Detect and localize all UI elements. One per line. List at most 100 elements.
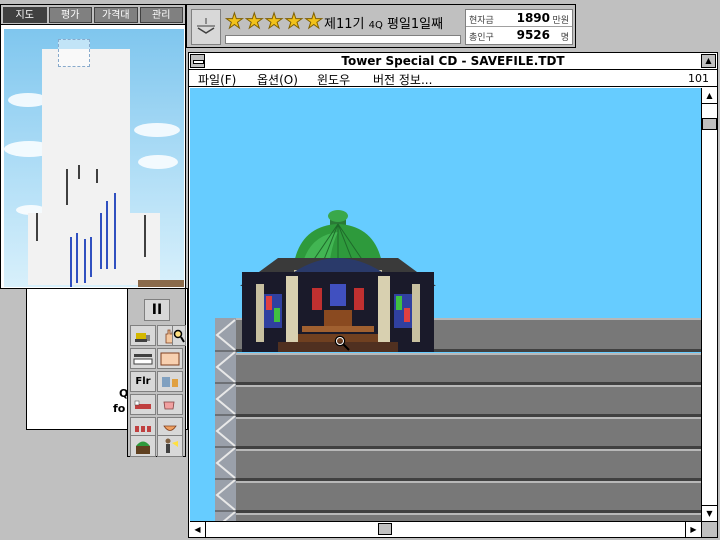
tower-floor[interactable] xyxy=(236,353,701,385)
cloud xyxy=(138,155,178,169)
floor-tool[interactable]: Flr xyxy=(130,371,156,392)
horizontal-scrollbar[interactable]: ◀ ▶ xyxy=(190,521,701,537)
chevron-up-icon: ▲ xyxy=(705,56,712,65)
period-term: 제11기 xyxy=(324,17,365,32)
office-tool[interactable] xyxy=(157,371,183,392)
system-menu-button[interactable] xyxy=(190,54,205,68)
tower-floor[interactable] xyxy=(236,417,701,449)
menu-file[interactable]: 파일(F) xyxy=(198,71,236,88)
cathedral-tool[interactable] xyxy=(130,435,156,457)
map-tabs: 지도 평가 가격대 관리 xyxy=(1,5,185,25)
tab-management[interactable]: 관리 xyxy=(139,7,183,23)
pause-button[interactable]: II xyxy=(144,299,170,321)
elevator-shaft xyxy=(100,213,102,269)
elevator-shaft xyxy=(70,237,72,287)
scroll-down-button[interactable]: ▼ xyxy=(702,505,717,521)
title-bar[interactable]: Tower Special CD - SAVEFILE.TDT ▲ xyxy=(189,53,717,70)
period-day: 평일1일째 xyxy=(386,17,444,32)
scroll-up-button[interactable]: ▲ xyxy=(702,88,717,104)
restaurant-tool[interactable] xyxy=(157,394,183,415)
tower-lobby-silhouette xyxy=(28,213,160,285)
menu-about[interactable]: 버전 정보... xyxy=(373,71,432,88)
elevator-shaft xyxy=(114,193,116,269)
scroll-left-button[interactable]: ◀ xyxy=(190,522,206,537)
menu-bar: 파일(F) 옵션(O) 윈도우 버전 정보... 101 xyxy=(189,71,717,87)
star-icon: ★ xyxy=(244,9,264,33)
security-tool[interactable] xyxy=(157,435,183,457)
bulldozer-tool[interactable] xyxy=(130,325,156,346)
status-bar: ★ ★ ★ ★ ★ 제11기 4Q 평일1일째 현자금 1890 만원 총인구 … xyxy=(186,4,576,48)
period-quarter: 4Q xyxy=(368,20,383,31)
tower-floor[interactable] xyxy=(236,385,701,417)
funds-panel: 현자금 1890 만원 총인구 9526 명 xyxy=(465,9,573,45)
star-icon: ★ xyxy=(284,9,304,33)
population-row: 총인구 9526 명 xyxy=(466,27,572,44)
elevator-shaft xyxy=(106,201,108,269)
menu-options[interactable]: 옵션(O) xyxy=(257,71,298,88)
vertical-scrollbar[interactable]: ▲ ▼ xyxy=(701,88,717,521)
stairwell xyxy=(78,165,80,179)
cathedral-icon xyxy=(136,441,150,454)
lobby-icon xyxy=(133,353,153,364)
hotel-tool[interactable] xyxy=(130,394,156,415)
star-icon: ★ xyxy=(264,9,284,33)
star-icon: ★ xyxy=(304,9,324,33)
tab-map[interactable]: 지도 xyxy=(3,7,47,23)
tower-floor[interactable] xyxy=(236,513,701,521)
tool-palette: II Flr xyxy=(127,288,186,457)
seats-icon xyxy=(135,425,151,432)
current-floor-number: 101 xyxy=(688,72,709,85)
background-text: fo xyxy=(113,402,126,415)
scrollbar-corner xyxy=(701,521,717,537)
magnifier-icon xyxy=(173,329,185,343)
ground xyxy=(138,280,184,287)
cup-icon xyxy=(163,401,175,409)
bed-icon xyxy=(134,400,151,409)
funds-value: 1890 xyxy=(516,11,550,25)
funds-unit: 만원 xyxy=(552,16,569,26)
main-game-window: Tower Special CD - SAVEFILE.TDT ▲ 파일(F) … xyxy=(188,52,718,538)
elevator-shaft xyxy=(84,239,86,283)
population-value: 9526 xyxy=(516,28,550,42)
elevator-shaft xyxy=(76,233,78,283)
tower-floor[interactable] xyxy=(236,449,701,481)
stairs xyxy=(215,319,237,521)
floor-plan-tool[interactable] xyxy=(157,348,183,369)
cathedral[interactable] xyxy=(238,208,438,352)
elevator-shaft xyxy=(36,213,38,241)
office-icon xyxy=(162,376,178,387)
room-icon xyxy=(160,352,180,365)
window-title: Tower Special CD - SAVEFILE.TDT xyxy=(341,54,565,68)
lobby-tool[interactable] xyxy=(130,348,156,369)
minimize-button[interactable]: ▲ xyxy=(701,54,716,68)
population-unit: 명 xyxy=(560,33,569,43)
bowl-icon xyxy=(163,425,177,431)
magnifier-tool[interactable] xyxy=(172,325,186,346)
period-date: 제11기 4Q 평일1일째 xyxy=(324,13,443,32)
map-view-cursor[interactable] xyxy=(58,39,90,67)
population-label: 총인구 xyxy=(469,33,494,43)
menu-window[interactable]: 윈도우 xyxy=(317,71,350,88)
tower-viewport[interactable] xyxy=(190,88,701,521)
funds-label: 현자금 xyxy=(469,16,494,26)
stairwell xyxy=(144,215,146,257)
floor-tool-label: Flr xyxy=(135,376,151,387)
vertical-scroll-thumb[interactable] xyxy=(702,118,717,130)
cloud xyxy=(134,123,180,137)
tab-evaluation[interactable]: 평가 xyxy=(48,7,92,23)
bulldozer-icon xyxy=(135,332,150,342)
tower-floor[interactable] xyxy=(236,481,701,513)
horizontal-scroll-thumb[interactable] xyxy=(378,523,392,535)
tower-overview-map[interactable] xyxy=(4,29,184,287)
elevator-shaft xyxy=(90,237,92,277)
tower-status-icon[interactable] xyxy=(191,9,221,45)
scroll-right-button[interactable]: ▶ xyxy=(685,522,701,537)
map-window: 지도 평가 가격대 관리 xyxy=(0,4,186,289)
day-progress-track xyxy=(225,35,461,44)
stairwell xyxy=(96,169,98,183)
guard-icon xyxy=(165,438,178,453)
stairwell xyxy=(66,169,68,205)
funds-row: 현자금 1890 만원 xyxy=(466,10,572,27)
tab-price[interactable]: 가격대 xyxy=(94,7,138,23)
tower-outline-icon xyxy=(197,18,215,34)
